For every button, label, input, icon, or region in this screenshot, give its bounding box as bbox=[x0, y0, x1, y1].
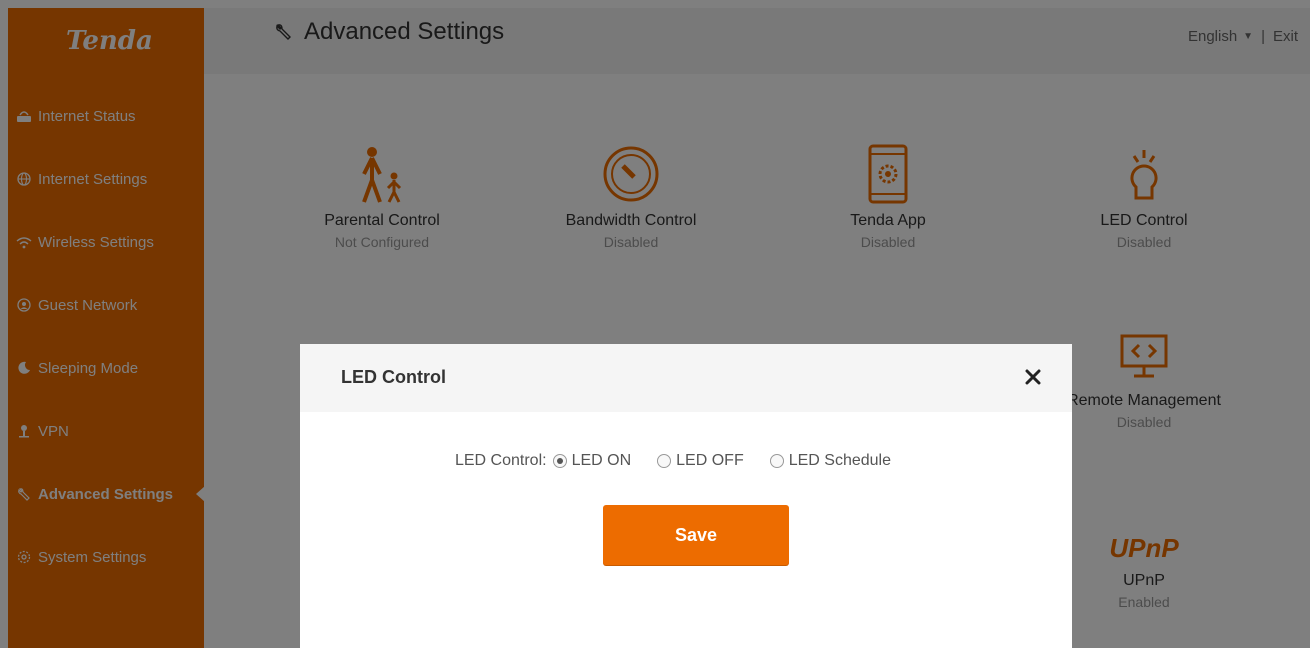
save-button[interactable]: Save bbox=[603, 505, 789, 565]
dialog-title: LED Control bbox=[341, 367, 446, 387]
radio-led-schedule[interactable]: LED Schedule bbox=[769, 452, 891, 470]
field-label: LED Control: bbox=[454, 452, 547, 469]
led-control-dialog: LED Control LED Control: LED ON LED OFF … bbox=[300, 344, 1072, 648]
radio-unselected-icon[interactable] bbox=[657, 454, 672, 468]
radio-led-on[interactable]: LED ON bbox=[552, 452, 631, 470]
radio-unselected-icon[interactable] bbox=[769, 454, 784, 468]
close-icon[interactable] bbox=[1022, 366, 1044, 388]
radio-selected-icon[interactable] bbox=[552, 454, 567, 468]
led-control-field: LED Control: LED ON LED OFF LED Schedule bbox=[300, 452, 1072, 470]
dialog-header: LED Control bbox=[300, 344, 1072, 412]
radio-led-off[interactable]: LED OFF bbox=[657, 452, 744, 470]
